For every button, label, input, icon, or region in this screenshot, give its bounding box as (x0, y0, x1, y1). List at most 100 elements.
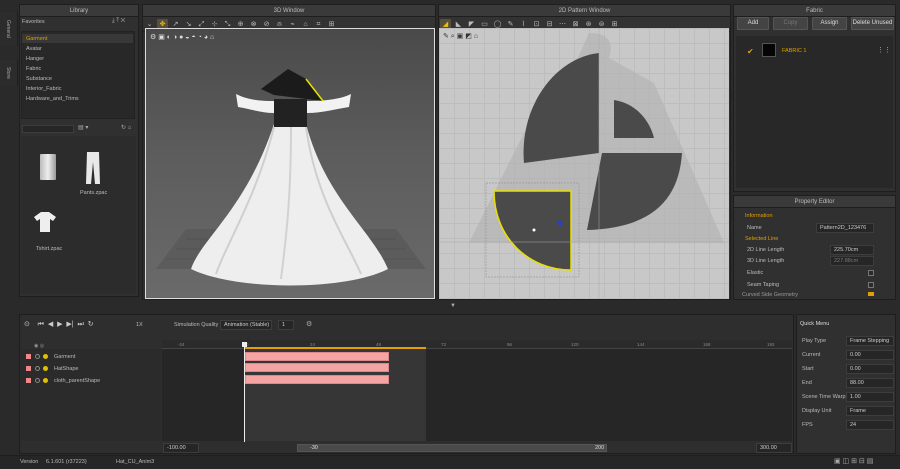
fps-select[interactable]: 24 (846, 420, 894, 430)
track-name[interactable]: Garment (54, 354, 75, 360)
viewport-2d-overlay-icons[interactable]: ✎ ⌕ ▣ ◩ ⌂ (443, 32, 478, 41)
section-selected-line[interactable]: Selected Line (745, 236, 778, 242)
scroll-start-label: -30 (310, 445, 318, 451)
side-tab-general[interactable]: General (0, 12, 18, 46)
first-frame-icon[interactable]: ⏮ (38, 321, 44, 328)
timeline-controls: ⊙ ⏮ ◀ ▶ ▶| ⏭ ↻ (24, 320, 94, 329)
ruler-label: 168 (703, 342, 711, 347)
lock-icon[interactable] (43, 366, 48, 371)
favorite-item[interactable]: Avatar (26, 46, 42, 52)
prev-frame-icon[interactable]: ◀ (48, 321, 53, 328)
len2d-field[interactable]: 225.70cm (830, 245, 874, 255)
assign-fabric-button[interactable]: Assign (812, 17, 847, 30)
name-field[interactable]: Pattern2D_123476 (816, 223, 874, 233)
elastic-label: Elastic (747, 270, 764, 276)
ruler-label: 96 (507, 342, 513, 347)
track-color-swatch (26, 378, 31, 383)
panel-collapse-icon[interactable]: ▼ (450, 303, 456, 309)
start-frame-field[interactable]: 0.00 (846, 364, 894, 374)
track-clip[interactable] (245, 363, 389, 372)
record-icon[interactable]: ⊙ (24, 321, 30, 328)
ruler-label: 144 (637, 342, 645, 347)
library-refresh-icons[interactable]: ↻ ⌂ (121, 124, 131, 131)
pants-thumb-icon[interactable] (86, 152, 100, 184)
quick-menu-label: Scene Time Warp (802, 394, 846, 400)
favorite-item[interactable]: Interior_Fabric (26, 86, 61, 92)
seam-taping-label: Seam Taping (747, 282, 780, 288)
next-frame-icon[interactable]: ▶| (66, 321, 73, 328)
scroll-end-label: 200 (595, 445, 605, 451)
viewport-3d[interactable]: ⚙ ▣ ◐ ◑ ● ◒ ◓ ◔ ◕ ⌂ (145, 28, 435, 299)
library-path-input[interactable] (22, 125, 74, 133)
favorites-label: Favorites (22, 19, 45, 25)
speed-label[interactable]: 1X (136, 322, 143, 328)
last-frame-icon[interactable]: ⏭ (78, 321, 84, 328)
file-label: Tshirt.zpac (36, 246, 63, 252)
copy-fabric-button[interactable]: Copy (773, 17, 808, 30)
quick-menu-label: Start (802, 366, 814, 372)
range-scrollbar[interactable] (297, 444, 607, 452)
visibility-icon[interactable] (35, 354, 40, 359)
library-view-icons[interactable]: ▤ ▾ (78, 124, 88, 131)
track-name[interactable]: cloth_parentShape (54, 378, 100, 384)
sim-quality-select[interactable]: Animation (Stable) (220, 320, 272, 330)
track-clip[interactable] (245, 352, 389, 361)
track-list (21, 349, 161, 441)
range-start-field[interactable]: -100.00 (163, 443, 199, 453)
ruler-label: 72 (441, 342, 447, 347)
current-frame-field[interactable]: 0.00 (846, 350, 894, 360)
visibility-icon[interactable] (35, 378, 40, 383)
play-type-select[interactable]: Frame Stepping (846, 336, 894, 346)
quick-menu-label: Play Type (802, 338, 827, 344)
favorite-item[interactable]: Hanger (26, 56, 44, 62)
time-warp-field[interactable]: 1.00 (846, 392, 894, 402)
range-end-field[interactable]: 300.00 (756, 443, 792, 453)
window-3d-title: 3D Window (143, 5, 435, 17)
loop-icon[interactable]: ↻ (88, 321, 94, 328)
status-icons[interactable]: ▣ ◫ ⊞ ⊟ ▤ (834, 457, 873, 465)
favorite-item[interactable]: Hardware_and_Trims (26, 96, 79, 102)
add-fabric-button[interactable]: Add (737, 17, 769, 30)
folder-thumb-icon[interactable] (40, 154, 56, 180)
seam-taping-checkbox[interactable] (868, 282, 874, 288)
favorite-item[interactable]: Garment (26, 36, 47, 42)
quick-menu-label: Display Unit (802, 408, 832, 414)
end-frame-field[interactable]: 88.00 (846, 378, 894, 388)
track-color-swatch (26, 354, 31, 359)
display-unit-select[interactable]: Frame (846, 406, 894, 416)
favorite-item[interactable]: Fabric (26, 66, 41, 72)
playhead[interactable] (244, 342, 245, 442)
track-clip[interactable] (245, 375, 389, 384)
viewport-3d-overlay-icons[interactable]: ⚙ ▣ ◐ ◑ ● ◒ ◓ ◔ ◕ ⌂ (150, 33, 214, 41)
fabric-swatch[interactable] (762, 43, 776, 57)
settings-icon[interactable]: ⚙ (306, 320, 312, 328)
visibility-icon[interactable] (35, 366, 40, 371)
fabric-name[interactable]: FABRIC 1 (782, 48, 806, 54)
curved-geometry-toggle[interactable] (868, 292, 874, 296)
tshirt-thumb-icon[interactable] (34, 212, 56, 232)
fabric-list (736, 36, 893, 188)
favorite-item[interactable]: Substance (26, 76, 52, 82)
curved-geometry-label[interactable]: Curved Side Geometry (742, 292, 798, 298)
lock-icon[interactable] (43, 354, 48, 359)
favorites-list (21, 31, 135, 119)
step-field[interactable]: 1 (278, 320, 294, 330)
section-information[interactable]: Information (745, 213, 773, 219)
delete-unused-button[interactable]: Delete Unused (851, 17, 894, 30)
ruler-label: 24 (310, 342, 316, 347)
window-2d-title: 2D Pattern Window (439, 5, 730, 17)
ruler-label: 120 (571, 342, 579, 347)
viewport-2d[interactable]: ✎ ⌕ ▣ ◩ ⌂ (439, 28, 729, 299)
library-header-icons[interactable]: ⤓ ⤒ ✕ (112, 18, 125, 25)
playhead-handle[interactable] (242, 342, 247, 347)
fabric-menu-icon[interactable]: ⋮⋮ (877, 46, 891, 54)
name-label: Name (747, 225, 762, 231)
version-value: 6.1.601 (r37223) (46, 459, 87, 465)
track-name[interactable]: HatShape (54, 366, 78, 372)
file-label: Pants.zpac (80, 190, 108, 196)
play-icon[interactable]: ▶ (57, 321, 62, 328)
elastic-checkbox[interactable] (868, 270, 874, 276)
side-tab-store[interactable]: Store (0, 60, 18, 86)
quick-menu-label: FPS (802, 422, 813, 428)
lock-icon[interactable] (43, 378, 48, 383)
